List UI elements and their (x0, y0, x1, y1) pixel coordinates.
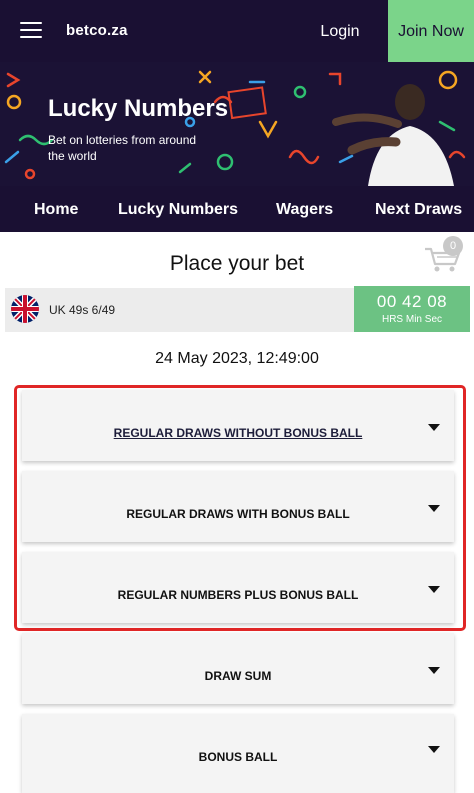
bet-type-accordion-numbers-plus-bonus[interactable]: REGULAR NUMBERS PLUS BONUS BALL (22, 552, 454, 623)
uk-flag-icon (11, 295, 39, 323)
banner-title: Lucky Numbers (48, 95, 229, 122)
banner-pattern (4, 70, 466, 186)
countdown-seconds: 08 (427, 292, 448, 311)
logo[interactable]: betco.za (66, 22, 128, 39)
lottery-info-bar: UK 49s 6/49 (5, 288, 354, 332)
chevron-down-icon[interactable] (428, 424, 440, 431)
bet-type-label: DRAW SUM (204, 669, 272, 683)
main-nav: Home Lucky Numbers Wagers Next Draws (0, 186, 474, 232)
banner-subtitle: Bet on lotteries from around the world (48, 133, 197, 163)
bet-type-accordion-regular-with-bonus[interactable]: REGULAR DRAWS WITH BONUS BALL (22, 471, 454, 542)
bet-type-label: REGULAR NUMBERS PLUS BONUS BALL (117, 588, 359, 602)
bet-type-accordion-bonus-ball[interactable]: BONUS BALL (22, 714, 454, 793)
join-now-button[interactable]: Join Now (388, 0, 474, 62)
bet-type-accordion-regular-without-bonus[interactable]: REGULAR DRAWS WITHOUT BONUS BALL (22, 390, 454, 461)
bet-type-label: REGULAR DRAWS WITH BONUS BALL (126, 507, 350, 521)
bet-type-accordion-draw-sum[interactable]: DRAW SUM (22, 633, 454, 704)
bet-type-label: REGULAR DRAWS WITHOUT BONUS BALL (113, 426, 363, 440)
draw-date: 24 May 2023, 12:49:00 (155, 350, 319, 367)
countdown-value: 00 42 08 (354, 292, 470, 312)
chevron-down-icon[interactable] (428, 586, 440, 593)
countdown-seconds-label: Sec (424, 314, 443, 325)
nav-item-next-draws[interactable]: Next Draws (375, 186, 462, 232)
countdown-hours-label: HRS (381, 314, 404, 325)
nav-item-wagers[interactable]: Wagers (276, 186, 333, 232)
chevron-down-icon[interactable] (428, 667, 440, 674)
countdown-minutes: 42 (402, 292, 422, 311)
countdown-units: HRS Min Sec (354, 314, 470, 325)
nav-item-lucky-numbers[interactable]: Lucky Numbers (118, 186, 238, 232)
countdown-timer: 00 42 08 HRS Min Sec (354, 286, 470, 332)
bet-type-label: BONUS BALL (198, 750, 278, 764)
top-bar: betco.za Login Join Now (0, 0, 474, 62)
lottery-name: UK 49s 6/49 (49, 303, 116, 317)
nav-item-home[interactable]: Home (34, 186, 78, 232)
countdown-hours: 00 (376, 292, 397, 311)
countdown-minutes-label: Min (405, 314, 422, 325)
cart-count-badge: 0 (443, 236, 463, 256)
chevron-down-icon[interactable] (428, 505, 440, 512)
menu-icon[interactable] (20, 22, 42, 40)
login-button[interactable]: Login (305, 0, 375, 62)
promo-banner: Lucky Numbers Bet on lotteries from arou… (0, 62, 474, 186)
page-title: Place your bet (169, 252, 305, 275)
chevron-down-icon[interactable] (428, 746, 440, 753)
